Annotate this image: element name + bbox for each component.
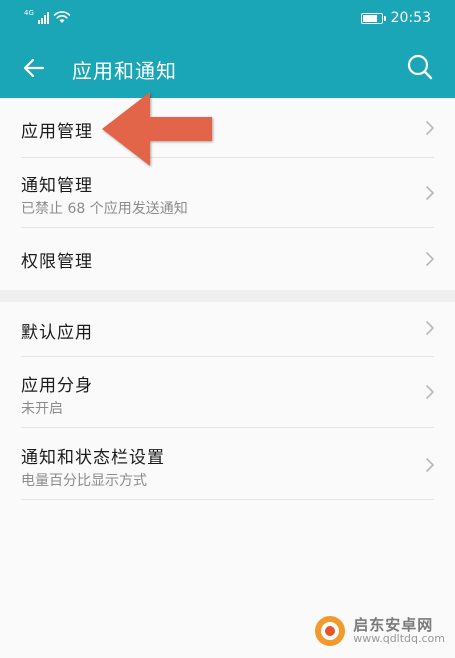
chevron-right-icon — [426, 186, 434, 200]
status-left: 4G — [24, 10, 71, 24]
item-subtitle: 未开启 — [21, 401, 63, 417]
wifi-icon — [53, 11, 71, 23]
chevron-right-icon — [426, 121, 434, 135]
item-subtitle: 已禁止 68 个应用发送通知 — [21, 201, 188, 217]
watermark-logo-icon — [315, 616, 346, 646]
search-icon[interactable] — [405, 52, 435, 82]
page-title: 应用和通知 — [72, 59, 177, 83]
notification-management-item[interactable]: 通知管理 已禁止 68 个应用发送通知 — [0, 158, 455, 228]
item-title: 应用分身 — [21, 376, 93, 396]
watermark-text: 启东安卓网 www.qdltdq.com — [353, 617, 445, 646]
app-management-item[interactable]: 应用管理 — [0, 98, 455, 158]
item-title: 通知管理 — [21, 176, 93, 196]
settings-group-1: 应用管理 通知管理 已禁止 68 个应用发送通知 权限管理 — [0, 98, 455, 290]
signal-icon — [37, 12, 49, 24]
chevron-right-icon — [426, 458, 434, 472]
chevron-right-icon — [426, 321, 434, 335]
watermark-name: 启东安卓网 — [353, 615, 434, 634]
status-right: 20:53 — [360, 10, 431, 26]
app-twin-item[interactable]: 应用分身 未开启 — [0, 357, 455, 427]
battery-icon — [360, 12, 386, 24]
watermark: 启东安卓网 www.qdltdq.com — [313, 614, 445, 648]
watermark-url: www.qdltdq.com — [353, 632, 445, 646]
item-subtitle: 电量百分比显示方式 — [21, 473, 147, 489]
notification-statusbar-settings-item[interactable]: 通知和状态栏设置 电量百分比显示方式 — [0, 428, 455, 500]
network-type: 4G — [24, 9, 34, 17]
section-gap — [0, 290, 455, 302]
item-title: 通知和状态栏设置 — [21, 448, 165, 468]
item-title: 默认应用 — [21, 323, 93, 343]
chevron-right-icon — [426, 385, 434, 399]
item-title: 应用管理 — [21, 122, 93, 142]
clock: 20:53 — [390, 10, 431, 26]
default-apps-item[interactable]: 默认应用 — [0, 302, 455, 356]
chevron-right-icon — [426, 252, 434, 266]
permission-management-item[interactable]: 权限管理 — [0, 228, 455, 290]
status-bar: 4G 20:53 — [0, 0, 455, 38]
item-title: 权限管理 — [21, 252, 93, 272]
app-bar: 应用和通知 — [0, 38, 455, 98]
back-arrow-icon[interactable] — [18, 52, 50, 84]
annotation-arrow-icon — [102, 92, 212, 166]
settings-group-2: 默认应用 应用分身 未开启 通知和状态栏设置 电量百分比显示方式 — [0, 302, 455, 500]
